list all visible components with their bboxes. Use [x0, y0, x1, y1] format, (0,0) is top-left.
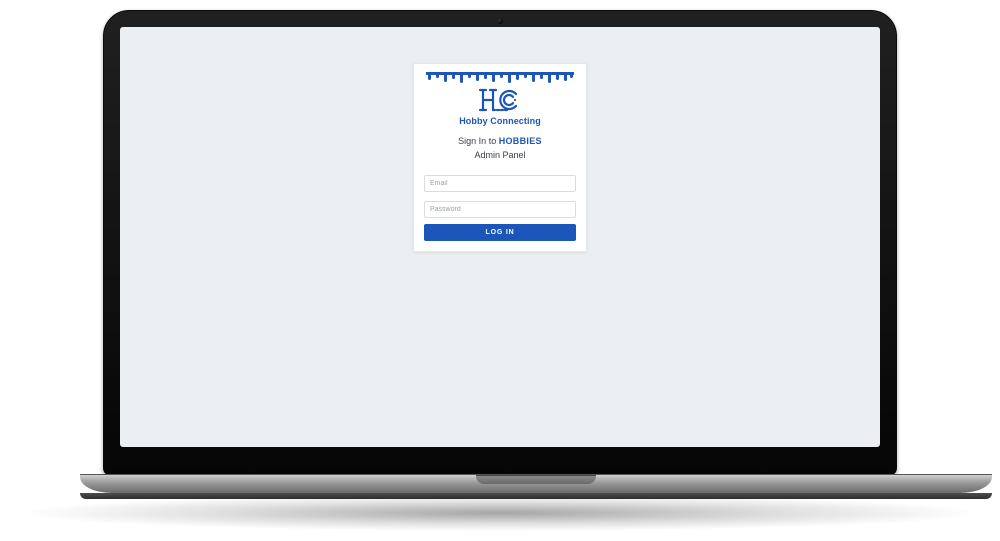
login-form: LOG IN	[414, 172, 586, 241]
laptop-base	[80, 474, 992, 493]
password-field[interactable]	[424, 201, 576, 218]
brand-logo-icon	[426, 87, 574, 113]
email-field[interactable]	[424, 175, 576, 192]
heading-highlight: HOBBIES	[499, 136, 542, 146]
trackpad-notch	[476, 475, 596, 484]
laptop-frame: Hobby Connecting Sign In to HOBBIES Admi…	[80, 10, 920, 499]
brand-drip-icon	[426, 72, 574, 84]
brand-name: Hobby Connecting	[426, 116, 574, 126]
laptop-screen: Hobby Connecting Sign In to HOBBIES Admi…	[120, 27, 880, 447]
brand-block: Hobby Connecting	[414, 64, 586, 128]
login-heading: Sign In to HOBBIES Admin Panel	[414, 134, 586, 162]
heading-prefix: Sign In to	[458, 136, 499, 146]
laptop-base-front	[80, 493, 992, 499]
laptop-lid: Hobby Connecting Sign In to HOBBIES Admi…	[103, 10, 897, 476]
login-button[interactable]: LOG IN	[424, 224, 576, 241]
camera-icon	[497, 18, 503, 24]
login-card: Hobby Connecting Sign In to HOBBIES Admi…	[413, 63, 587, 252]
heading-subtitle: Admin Panel	[474, 150, 525, 160]
